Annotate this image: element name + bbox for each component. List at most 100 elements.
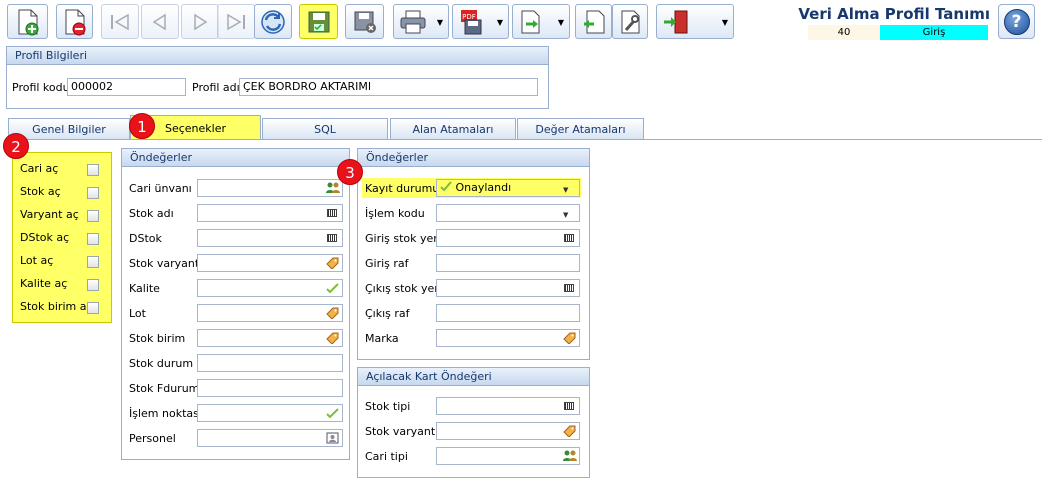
import-document-icon — [583, 10, 604, 33]
default-field-value: Onaylandı — [455, 181, 512, 194]
callout-badge-1: 1 — [129, 113, 155, 139]
next-record-button[interactable] — [181, 4, 219, 39]
default-field-input[interactable] — [197, 329, 343, 347]
default-field-input[interactable] — [197, 304, 343, 322]
default-field-input[interactable] — [197, 354, 343, 372]
print-button[interactable]: ▼ — [393, 4, 449, 39]
save-floppy-icon — [308, 11, 329, 32]
option-label: Stok aç — [20, 185, 61, 198]
wrench-icon — [621, 10, 640, 33]
default-field-input[interactable] — [197, 379, 343, 397]
default-field-input[interactable] — [197, 279, 343, 297]
new-document-icon — [18, 9, 38, 35]
option-checkbox[interactable] — [87, 164, 99, 176]
cancel-floppy-icon — [354, 11, 376, 33]
barcode-icon — [326, 207, 339, 219]
tab-general-info[interactable]: Genel Bilgiler — [8, 118, 130, 140]
default-field-input[interactable] — [197, 404, 343, 422]
first-record-button[interactable] — [101, 4, 139, 39]
default-field-label: Giriş stok yeri — [365, 232, 441, 245]
next-record-icon — [194, 13, 208, 30]
card-default-field-label: Stok tipi — [365, 400, 411, 413]
default-field-input[interactable] — [436, 304, 580, 322]
default-field-label: Çıkış stok yeri — [365, 282, 442, 295]
barcode-icon — [563, 282, 576, 294]
cancel-save-button[interactable] — [345, 4, 384, 39]
card-default-field-input[interactable] — [436, 397, 580, 415]
card-default-field-input[interactable] — [436, 447, 580, 465]
default-field-label: Marka — [365, 332, 399, 345]
default-field-input[interactable] — [436, 254, 580, 272]
tag-icon — [563, 332, 576, 345]
help-button[interactable]: ? — [998, 4, 1035, 39]
default-field-input[interactable] — [436, 329, 580, 347]
previous-record-button[interactable] — [141, 4, 179, 39]
chevron-down-icon[interactable]: ▼ — [563, 207, 576, 219]
barcode-icon — [563, 232, 576, 244]
export-button[interactable]: ▼ — [512, 4, 570, 39]
chevron-down-icon[interactable]: ▼ — [563, 182, 576, 194]
default-field-input[interactable] — [436, 279, 580, 297]
export-document-icon — [521, 10, 540, 33]
default-field-input[interactable] — [197, 204, 343, 222]
refresh-button[interactable] — [254, 4, 292, 39]
default-field-input[interactable] — [436, 229, 580, 247]
tag-icon — [326, 332, 339, 345]
card-default-field-input[interactable] — [436, 422, 580, 440]
refresh-icon — [261, 9, 285, 34]
default-field-label: Kalite — [129, 282, 160, 295]
tab-strip-line — [6, 139, 1042, 140]
option-checkbox[interactable] — [87, 210, 99, 222]
default-field-label: Stok Fdurum — [129, 382, 200, 395]
tools-button[interactable] — [612, 4, 648, 39]
pdf-export-button[interactable]: PDF ▼ — [452, 4, 509, 39]
save-button[interactable] — [299, 4, 338, 39]
help-icon: ? — [1003, 8, 1030, 35]
profile-group-title: Profil Bilgileri — [7, 47, 548, 65]
profile-name-label: Profil adı — [192, 81, 240, 94]
last-record-button[interactable] — [217, 4, 255, 39]
exit-button[interactable]: ▼ — [656, 4, 734, 39]
option-checkbox[interactable] — [87, 187, 99, 199]
default-field-label: Stok adı — [129, 207, 174, 220]
tab-value-mappings[interactable]: Değer Atamaları — [517, 118, 644, 140]
default-field-label: Stok birim — [129, 332, 186, 345]
profile-code-label: Profil kodu — [12, 81, 70, 94]
option-checkbox[interactable] — [87, 233, 99, 245]
option-checkbox[interactable] — [87, 279, 99, 291]
delete-document-icon — [65, 9, 85, 35]
import-button[interactable] — [575, 4, 612, 39]
last-record-icon — [227, 13, 245, 30]
default-field-label: İşlem noktası — [129, 407, 202, 420]
printer-icon — [400, 10, 426, 33]
callout-badge-2: 2 — [3, 133, 29, 159]
chevron-down-icon: ▼ — [436, 18, 443, 27]
card-default-field-label: Stok varyantı — [365, 425, 439, 438]
default-field-input[interactable] — [197, 179, 343, 197]
option-label: Stok birim aç — [20, 300, 93, 313]
profile-code-input[interactable]: 000002 — [67, 78, 186, 96]
first-record-icon — [111, 13, 129, 30]
person-card-icon — [326, 432, 339, 444]
people-icon — [326, 182, 340, 194]
profile-name-input[interactable]: ÇEK BORDRO AKTARIMI — [239, 78, 538, 96]
window-title: Veri Alma Profil Tanımı — [798, 5, 990, 23]
approved-check-icon — [440, 181, 456, 194]
new-button[interactable] — [7, 4, 48, 39]
default-field-label: Giriş raf — [365, 257, 409, 270]
default-field-input[interactable]: Onaylandı ▼ — [436, 179, 580, 197]
option-checkbox[interactable] — [87, 302, 99, 314]
tab-sql[interactable]: SQL — [262, 118, 388, 140]
default-field-label: Kayıt durumu — [365, 182, 440, 195]
chevron-down-icon: ▼ — [557, 18, 564, 27]
option-checkbox[interactable] — [87, 256, 99, 268]
tab-field-mappings[interactable]: Alan Atamaları — [390, 118, 516, 140]
default-field-input[interactable] — [197, 254, 343, 272]
default-field-input[interactable] — [197, 229, 343, 247]
record-code: 40 — [808, 25, 880, 40]
tag-icon — [563, 425, 576, 438]
check-icon — [326, 407, 339, 419]
default-field-input[interactable] — [197, 429, 343, 447]
delete-button[interactable] — [56, 4, 93, 39]
default-field-input[interactable]: ▼ — [436, 204, 580, 222]
